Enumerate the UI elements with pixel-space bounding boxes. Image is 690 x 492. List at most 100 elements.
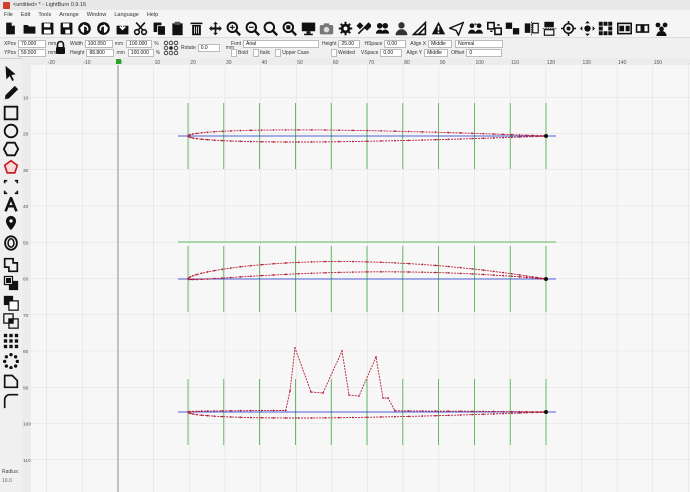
position-tool[interactable] bbox=[2, 214, 20, 232]
menu-window[interactable]: Window bbox=[87, 12, 107, 18]
width-input[interactable]: 100.050 bbox=[84, 40, 113, 48]
lock-icon[interactable] bbox=[55, 40, 66, 55]
menu-file[interactable]: File bbox=[4, 12, 13, 18]
trace-button[interactable] bbox=[412, 20, 428, 36]
tools-button[interactable] bbox=[356, 20, 372, 36]
frame-icon bbox=[3, 179, 19, 195]
move-button[interactable] bbox=[207, 20, 223, 36]
path-node bbox=[195, 410, 198, 413]
import-button[interactable] bbox=[114, 20, 130, 36]
scale-w-input[interactable]: 100.000 bbox=[126, 40, 153, 48]
italic-checkbox[interactable] bbox=[253, 49, 260, 57]
path-node bbox=[447, 131, 450, 134]
style-select[interactable]: Normal bbox=[455, 40, 504, 48]
offset-input[interactable]: 0 bbox=[466, 49, 503, 57]
new-file-button[interactable] bbox=[3, 20, 19, 36]
ellipse-tool[interactable] bbox=[2, 122, 20, 140]
align-y-select[interactable]: Middle bbox=[424, 49, 449, 57]
ungroup-button[interactable] bbox=[505, 20, 521, 36]
weld-tool[interactable] bbox=[2, 256, 20, 274]
user-dark-button[interactable] bbox=[393, 20, 409, 36]
corner-tool[interactable] bbox=[2, 392, 20, 410]
zoom-fit-button[interactable] bbox=[263, 20, 279, 36]
boolean-subtract-tool[interactable] bbox=[2, 294, 20, 312]
path-node bbox=[510, 275, 513, 278]
group-button[interactable] bbox=[486, 20, 502, 36]
menu-arrange[interactable]: Arrange bbox=[59, 12, 79, 18]
ypos-input[interactable]: 59.500 bbox=[17, 49, 46, 57]
menu-edit[interactable]: Edit bbox=[21, 12, 30, 18]
camera-button[interactable] bbox=[319, 20, 335, 36]
warning-icon bbox=[431, 21, 445, 34]
flip-horizontal-button[interactable] bbox=[523, 20, 539, 36]
settings-button[interactable] bbox=[337, 20, 353, 36]
frame-tool[interactable] bbox=[2, 178, 20, 196]
bold-checkbox[interactable] bbox=[231, 49, 237, 57]
circular-array-tool[interactable] bbox=[2, 352, 20, 370]
zoom-out-button[interactable] bbox=[244, 20, 260, 36]
paste-button[interactable] bbox=[170, 20, 186, 36]
path-node bbox=[189, 278, 192, 281]
boolean-union-tool[interactable] bbox=[2, 274, 20, 292]
align-x-select[interactable]: Middle bbox=[428, 40, 453, 48]
cut-button[interactable] bbox=[133, 20, 149, 36]
select-tool[interactable] bbox=[2, 64, 20, 82]
tab-tool[interactable] bbox=[2, 372, 20, 390]
path-node bbox=[294, 347, 296, 349]
boolean-intersect-tool[interactable] bbox=[2, 312, 20, 330]
workspace-canvas[interactable]: -20-100102030405060708090100110120130140… bbox=[22, 58, 690, 492]
height-input[interactable]: 88.800 bbox=[86, 49, 115, 57]
grid-array-tool[interactable] bbox=[2, 332, 20, 350]
move-laser-button[interactable] bbox=[579, 20, 595, 36]
people-button[interactable] bbox=[653, 20, 669, 36]
laser-button[interactable] bbox=[635, 20, 651, 36]
weld-icon bbox=[3, 257, 19, 273]
vspace-input[interactable]: 0.00 bbox=[380, 49, 403, 57]
path-node bbox=[459, 132, 462, 134]
undo-button[interactable] bbox=[77, 20, 93, 36]
copy-button[interactable] bbox=[151, 20, 167, 36]
pencil-tool[interactable] bbox=[2, 84, 20, 102]
import-icon bbox=[116, 21, 129, 34]
path-node bbox=[459, 266, 462, 269]
font-height-input[interactable]: 25.00 bbox=[338, 40, 361, 48]
delete-button[interactable] bbox=[189, 20, 205, 36]
radius-input[interactable]: 10.0 bbox=[2, 478, 12, 484]
path-node bbox=[200, 272, 203, 275]
save-as-button[interactable] bbox=[58, 20, 74, 36]
offset-tool[interactable] bbox=[2, 234, 20, 252]
font-select[interactable]: Arial bbox=[243, 40, 320, 48]
warning-button[interactable] bbox=[430, 20, 446, 36]
path-node bbox=[221, 268, 224, 271]
zoom-selection-button[interactable] bbox=[282, 20, 298, 36]
polygon-tool[interactable] bbox=[2, 140, 20, 158]
user-button[interactable] bbox=[374, 20, 390, 36]
rotate-input[interactable]: 0.0 bbox=[197, 44, 220, 52]
path-node bbox=[366, 416, 368, 419]
menu-help[interactable]: Help bbox=[147, 12, 158, 18]
path-node bbox=[502, 271, 505, 274]
polygon-edit-tool[interactable] bbox=[2, 158, 20, 176]
menu-language[interactable]: Language bbox=[114, 12, 138, 18]
origin-grid-icon[interactable] bbox=[163, 40, 179, 56]
zoom-in-button[interactable] bbox=[226, 20, 242, 36]
user-group-button[interactable] bbox=[467, 20, 483, 36]
welded-checkbox[interactable] bbox=[330, 49, 337, 57]
upper-case-checkbox[interactable] bbox=[275, 49, 282, 57]
open-folder-button[interactable] bbox=[21, 20, 37, 36]
y-ruler-label: 70 bbox=[23, 313, 29, 319]
monitor-button[interactable] bbox=[300, 20, 316, 36]
array-button[interactable] bbox=[598, 20, 614, 36]
hspace-input[interactable]: 0.00 bbox=[384, 40, 407, 48]
send-button[interactable] bbox=[449, 20, 465, 36]
text-tool[interactable] bbox=[2, 196, 20, 214]
redo-button[interactable] bbox=[96, 20, 112, 36]
menu-tools[interactable]: Tools bbox=[38, 12, 51, 18]
dock-button[interactable] bbox=[616, 20, 632, 36]
xpos-input[interactable]: 70.000 bbox=[17, 40, 46, 48]
scale-h-input[interactable]: 100.000 bbox=[127, 49, 154, 57]
flip-vertical-button[interactable] bbox=[542, 20, 558, 36]
rectangle-tool[interactable] bbox=[2, 104, 20, 122]
target-button[interactable] bbox=[560, 20, 576, 36]
save-button[interactable] bbox=[40, 20, 56, 36]
